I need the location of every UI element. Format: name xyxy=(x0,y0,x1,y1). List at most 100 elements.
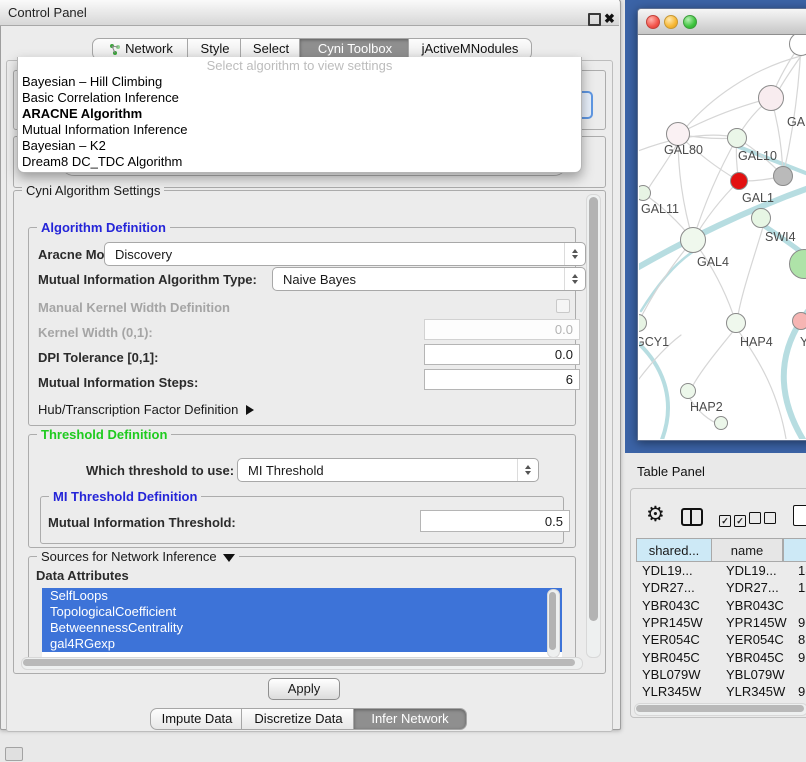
attributes-scrollbar[interactable] xyxy=(547,589,560,658)
mi-type-combo[interactable]: Naive Bayes xyxy=(272,267,586,291)
table-horizontal-scrollbar[interactable] xyxy=(634,703,806,716)
column-layout-icon[interactable] xyxy=(681,508,703,526)
table-row[interactable]: YDL19...YDL19...13 xyxy=(636,562,806,579)
table-row[interactable]: YBR043CYBR043C xyxy=(636,597,806,614)
close-traffic-light-icon[interactable] xyxy=(646,15,660,29)
network-node[interactable] xyxy=(758,85,784,111)
node-label: GAL10 xyxy=(738,149,777,163)
table-row[interactable]: YBR045CYBR045C9. xyxy=(636,648,806,665)
gear-icon[interactable]: ⚙ xyxy=(646,504,665,526)
attribute-item[interactable]: BetweennessCentrality xyxy=(42,620,562,636)
settings-vertical-scrollbar[interactable] xyxy=(586,194,601,658)
tab-discretize-data[interactable]: Discretize Data xyxy=(241,708,356,730)
panel-collapse-button[interactable] xyxy=(5,747,23,761)
tab-impute-data[interactable]: Impute Data xyxy=(150,708,244,730)
table-row[interactable]: YPR145WYPR145W9. xyxy=(636,614,806,631)
table-row[interactable]: YLR345WYLR345W9. xyxy=(636,683,806,700)
export-table-icon[interactable] xyxy=(793,505,806,526)
algorithm-option[interactable]: Dream8 DC_TDC Algorithm xyxy=(18,154,581,170)
scrollbar-thumb[interactable] xyxy=(23,659,575,666)
algorithm-option[interactable]: Basic Correlation Inference xyxy=(18,90,581,106)
settings-horizontal-scrollbar[interactable] xyxy=(21,657,583,670)
algorithm-option[interactable]: Bayesian – Hill Climbing xyxy=(18,74,581,90)
table-cell: YBR045C xyxy=(718,650,792,665)
zoom-traffic-light-icon[interactable] xyxy=(683,15,697,29)
network-node[interactable] xyxy=(751,208,771,228)
data-attributes-label: Data Attributes xyxy=(36,568,129,583)
table-cell: YER054C xyxy=(718,632,792,647)
dpi-tolerance-value: 0.0 xyxy=(555,347,573,362)
attribute-item[interactable]: gal4RGexp xyxy=(42,636,562,652)
network-node[interactable] xyxy=(792,312,806,330)
network-edge xyxy=(691,329,735,389)
scrollbar-thumb[interactable] xyxy=(549,592,556,650)
mi-steps-field[interactable]: 6 xyxy=(424,369,580,390)
column-header[interactable]: shared... xyxy=(636,538,712,562)
algorithm-option[interactable]: Bayesian – K2 xyxy=(18,138,581,154)
mi-threshold-group-title: MI Threshold Definition xyxy=(49,489,201,504)
combo-arrows-icon xyxy=(517,459,538,481)
algorithm-dropdown-prompt: Select algorithm to view settings xyxy=(18,57,581,74)
tab-style-label: Style xyxy=(201,41,230,56)
node-label: GAL11 xyxy=(641,202,679,216)
network-node[interactable] xyxy=(680,383,696,399)
network-edge xyxy=(783,44,801,176)
control-panel-title: Control Panel xyxy=(8,5,87,20)
combo-arrows-icon xyxy=(564,268,585,290)
float-window-icon[interactable] xyxy=(588,13,601,26)
which-threshold-combo[interactable]: MI Threshold xyxy=(237,458,539,482)
sources-title[interactable]: Sources for Network Inference xyxy=(37,549,239,564)
mi-type-value: Naive Bayes xyxy=(283,272,356,287)
kernel-width-label: Kernel Width (0,1): xyxy=(38,325,153,340)
network-window-titlebar[interactable] xyxy=(638,9,806,35)
network-node[interactable] xyxy=(730,172,748,190)
expanded-arrow-icon xyxy=(223,554,235,562)
node-label: HAP4 xyxy=(740,335,773,349)
control-panel-titlebar[interactable]: Control Panel xyxy=(0,0,619,26)
node-label: GAL1 xyxy=(742,191,774,205)
node-label: GAL80 xyxy=(664,143,703,157)
algorithm-dropdown: Select algorithm to view settings Bayesi… xyxy=(17,57,582,173)
algorithm-option[interactable]: ARACNE Algorithm xyxy=(18,106,581,122)
network-node[interactable] xyxy=(680,227,706,253)
apply-button[interactable]: Apply xyxy=(268,678,340,700)
network-view-window[interactable]: GALGAL80GAL10GAL1GAL11SWI4GAL4GCY1HAP4YH… xyxy=(637,8,806,441)
node-table: shared...name YDL19...YDL19...13YDR27...… xyxy=(636,538,806,716)
table-row[interactable]: YDR27...YDR27...12 xyxy=(636,579,806,596)
column-header[interactable] xyxy=(783,538,806,562)
attribute-item[interactable]: SelfLoops xyxy=(42,588,562,604)
scrollbar-thumb[interactable] xyxy=(589,197,598,621)
hub-definition-toggle[interactable]: Hub/Transcription Factor Definition xyxy=(38,402,254,417)
dpi-tolerance-field[interactable]: 0.0 xyxy=(424,344,580,365)
tab-infer-network[interactable]: Infer Network xyxy=(353,708,467,730)
table-cell: YLR345W xyxy=(718,684,792,699)
tab-cyni-toolbox-label: Cyni Toolbox xyxy=(318,41,392,56)
attribute-item[interactable]: TopologicalCoefficient xyxy=(42,604,562,620)
which-threshold-value: MI Threshold xyxy=(248,463,324,478)
table-row[interactable]: YBL079WYBL079W xyxy=(636,666,806,683)
close-icon[interactable]: ✖ xyxy=(604,6,615,31)
aracne-mode-combo[interactable]: Discovery xyxy=(104,242,586,266)
column-header[interactable]: name xyxy=(711,538,783,562)
table-cell: YPR145W xyxy=(718,615,792,630)
network-node[interactable] xyxy=(726,313,746,333)
network-node[interactable] xyxy=(714,416,728,430)
mi-threshold-field[interactable]: 0.5 xyxy=(420,510,570,532)
manual-kernel-checkbox[interactable] xyxy=(556,299,570,313)
data-attributes-list[interactable]: SelfLoopsTopologicalCoefficientBetweenne… xyxy=(42,588,562,658)
network-edge xyxy=(693,240,736,323)
network-node[interactable] xyxy=(773,166,793,186)
kernel-width-field[interactable]: 0.0 xyxy=(424,319,580,340)
network-canvas[interactable]: GALGAL80GAL10GAL1GAL11SWI4GAL4GCY1HAP4YH… xyxy=(639,35,806,439)
tab-select-label: Select xyxy=(253,41,289,56)
scrollbar-thumb[interactable] xyxy=(636,705,804,712)
select-all-columns-icon[interactable]: ✓✓ xyxy=(719,512,749,527)
table-row[interactable]: YER054CYER054C8. xyxy=(636,631,806,648)
unselect-all-columns-icon[interactable] xyxy=(749,512,779,527)
collapsed-arrow-icon xyxy=(246,405,254,415)
table-cell: 9. xyxy=(792,650,806,665)
algorithm-option[interactable]: Mutual Information Inference xyxy=(18,122,581,138)
minimize-traffic-light-icon[interactable] xyxy=(664,15,678,29)
mi-threshold-value: 0.5 xyxy=(545,514,563,529)
network-node[interactable] xyxy=(727,128,747,148)
